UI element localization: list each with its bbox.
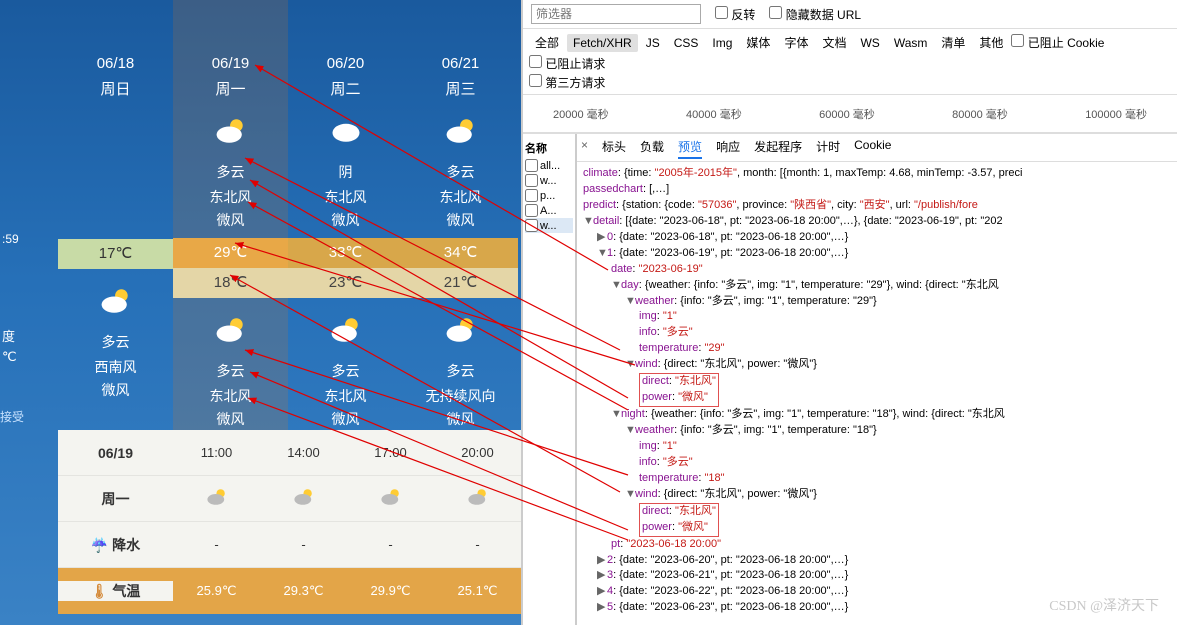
side-time: :59: [2, 232, 19, 246]
tab-headers[interactable]: 标头: [602, 136, 626, 159]
cloud-icon: [328, 113, 364, 149]
rain-icon: ☔: [91, 537, 108, 553]
tab-preview[interactable]: 预览: [678, 136, 702, 159]
list-item[interactable]: w...: [525, 218, 573, 233]
forecast-days: 06/18 周日 17℃ 多云 西南风 微风 06/19 周一 多云 东北风 微…: [58, 0, 521, 437]
day-col-2[interactable]: 06/20 周二 阴 东北风 微风 33℃ 23℃ 多云 东北风 微风: [288, 0, 403, 437]
detail-tabs: × 标头 负载 预览 响应 发起程序 计时 Cookie: [577, 134, 1177, 162]
cloud-icon: [443, 312, 479, 348]
close-icon[interactable]: ×: [581, 136, 588, 159]
list-item[interactable]: p...: [525, 188, 573, 203]
cloud-icon: [328, 312, 364, 348]
tab-payload[interactable]: 负载: [640, 136, 664, 159]
cloud-icon: [292, 485, 316, 509]
day-col-0[interactable]: 06/18 周日 17℃ 多云 西南风 微风: [58, 0, 173, 437]
cloud-icon: [213, 312, 249, 348]
tab-xhr[interactable]: Fetch/XHR: [567, 34, 638, 52]
filter-bar: 反转 隐藏数据 URL: [523, 0, 1177, 29]
request-list: 名称 all... w... p... A... w...: [523, 134, 577, 625]
tab-timing[interactable]: 计时: [816, 136, 840, 159]
hidedata-checkbox: [769, 6, 782, 19]
tab-wasm[interactable]: Wasm: [888, 34, 934, 52]
timeline[interactable]: 20000 毫秒40000 毫秒60000 毫秒80000 毫秒100000 毫…: [523, 95, 1177, 133]
weather-panel: :59 度℃ 接受 06/18 周日 17℃ 多云 西南风 微风 06/19 周…: [0, 0, 521, 625]
cloud-icon: [98, 283, 134, 319]
tab-css[interactable]: CSS: [668, 34, 705, 52]
json-preview[interactable]: climate: {time: "2005年-2015年", month: [{…: [577, 162, 1177, 625]
side-recv: 接受: [0, 408, 24, 425]
cloud-icon: [213, 113, 249, 149]
tab-font[interactable]: 字体: [778, 32, 814, 53]
tab-other[interactable]: 其他: [973, 32, 1009, 53]
day-col-1[interactable]: 06/19 周一 多云 东北风 微风 29℃ 18℃ 多云 东北风 微风: [173, 0, 288, 437]
tab-ws[interactable]: WS: [854, 34, 885, 52]
watermark: CSDN @泽济天下: [1049, 595, 1159, 615]
type-filters: 全部 Fetch/XHR JS CSS Img 媒体 字体 文档 WS Wasm…: [523, 29, 1177, 95]
thermometer-icon: 🌡: [91, 583, 109, 599]
list-item[interactable]: w...: [525, 173, 573, 188]
side-deg: 度℃: [2, 328, 17, 368]
tab-response[interactable]: 响应: [716, 136, 740, 159]
tab-media[interactable]: 媒体: [740, 32, 776, 53]
devtools-panel: 反转 隐藏数据 URL 全部 Fetch/XHR JS CSS Img 媒体 字…: [521, 0, 1177, 625]
list-item[interactable]: all...: [525, 158, 573, 173]
cloud-icon: [205, 485, 229, 509]
cloud-icon: [379, 485, 403, 509]
tab-all[interactable]: 全部: [529, 32, 565, 53]
tab-img[interactable]: Img: [706, 34, 738, 52]
list-item[interactable]: A...: [525, 203, 573, 218]
tab-initiator[interactable]: 发起程序: [754, 136, 802, 159]
tab-js[interactable]: JS: [640, 34, 666, 52]
hourly-table: 06/19 11:00 14:00 17:00 20:00 周一 ☔ 降水 - …: [58, 430, 521, 614]
tab-manifest[interactable]: 清单: [935, 32, 971, 53]
day-col-3[interactable]: 06/21 周三 多云 东北风 微风 34℃ 21℃ 多云 无持续风向 微风: [403, 0, 518, 437]
cloud-icon: [443, 113, 479, 149]
cloud-icon: [466, 485, 490, 509]
tab-cookie[interactable]: Cookie: [854, 136, 891, 159]
filter-input[interactable]: [531, 4, 701, 24]
tab-doc[interactable]: 文档: [816, 32, 852, 53]
invert-checkbox: [715, 6, 728, 19]
